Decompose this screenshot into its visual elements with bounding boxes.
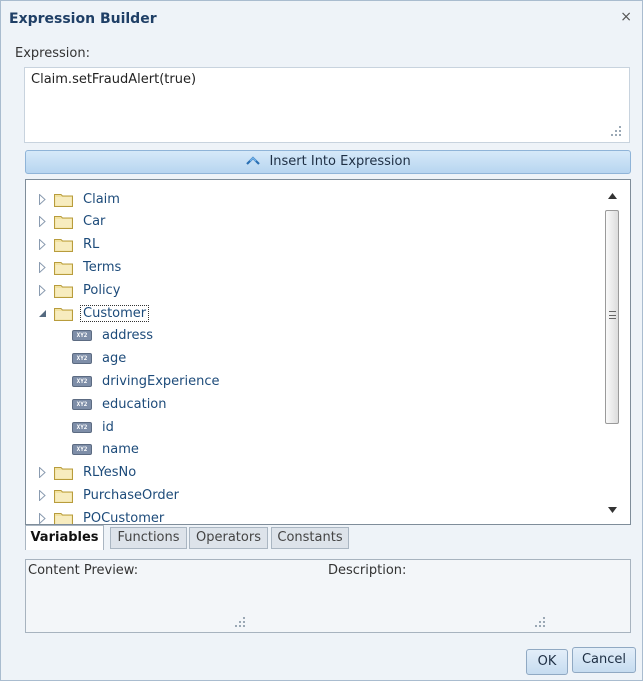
tree-folder-policy[interactable]: Policy <box>36 280 120 300</box>
variable-type-icon: XY2 <box>72 330 92 342</box>
title-bar[interactable]: Expression Builder × <box>1 1 642 37</box>
tree-variable-drivingexperience[interactable]: XY2 drivingExperience <box>72 371 220 391</box>
expression-label: Expression: <box>15 46 90 61</box>
expand-arrow-icon[interactable] <box>36 467 48 479</box>
expand-arrow-icon[interactable] <box>36 239 48 251</box>
folder-icon <box>54 467 73 481</box>
resize-grip-icon[interactable] <box>534 617 546 629</box>
collapse-arrow-icon[interactable] <box>36 307 48 319</box>
tab-constants[interactable]: Constants <box>271 527 349 549</box>
folder-icon <box>54 216 73 230</box>
tree-variable-age[interactable]: XY2 age <box>72 349 126 369</box>
tree-node-label: age <box>102 351 127 367</box>
folder-icon <box>54 512 73 524</box>
variable-type-icon: XY2 <box>72 375 92 387</box>
variables-tree: Claim Car RL Terms Policy Customer XY2 address X… <box>25 179 631 525</box>
resize-grip-icon[interactable] <box>610 126 622 138</box>
scroll-up-arrow-icon[interactable] <box>603 188 621 204</box>
tree-node-label: POCustomer <box>83 510 165 525</box>
tree-variable-address[interactable]: XY2 address <box>72 326 153 346</box>
tree-variable-education[interactable]: XY2 education <box>72 394 167 414</box>
tree-folder-customer[interactable]: Customer <box>36 303 150 323</box>
expression-textarea[interactable]: Claim.setFraudAlert(true) <box>24 67 630 143</box>
tree-node-label: address <box>102 328 154 344</box>
resize-grip-icon[interactable] <box>234 617 246 629</box>
description-label: Description: <box>328 563 407 578</box>
insert-button-label: Insert Into Expression <box>269 154 411 169</box>
tab-functions[interactable]: Functions <box>110 527 187 549</box>
content-preview-label: Content Preview: <box>28 563 139 578</box>
tree-vertical-scrollbar[interactable] <box>603 188 621 518</box>
tree-node-label: drivingExperience <box>102 373 220 389</box>
tree-folder-claim[interactable]: Claim <box>36 189 120 209</box>
expand-arrow-icon[interactable] <box>36 489 48 501</box>
scroll-down-arrow-icon[interactable] <box>603 502 621 518</box>
preview-panel: Content Preview: Description: <box>25 559 631 633</box>
tree-variable-id[interactable]: XY2 id <box>72 417 114 437</box>
tab-operators[interactable]: Operators <box>189 527 268 549</box>
expand-arrow-icon[interactable] <box>36 284 48 296</box>
tree-variable-name[interactable]: XY2 name <box>72 440 139 460</box>
cancel-button[interactable]: Cancel <box>572 647 636 673</box>
chevron-up-double-icon <box>246 156 261 165</box>
folder-icon <box>54 193 73 207</box>
dialog-title: Expression Builder <box>9 11 157 27</box>
tree-node-label: Claim <box>83 191 120 207</box>
variable-type-icon: XY2 <box>72 444 92 456</box>
variable-type-icon: XY2 <box>72 421 92 433</box>
variable-type-icon: XY2 <box>72 353 92 365</box>
tree-folder-terms[interactable]: Terms <box>36 257 121 277</box>
folder-icon <box>54 284 73 298</box>
folder-icon <box>54 489 73 503</box>
tab-variables[interactable]: Variables <box>25 525 104 550</box>
expand-arrow-icon[interactable] <box>36 216 48 228</box>
tree-folder-rl[interactable]: RL <box>36 235 99 255</box>
folder-icon <box>54 307 73 321</box>
expression-builder-dialog: Expression Builder × Expression: Claim.s… <box>0 0 643 681</box>
tree-folder-rlyesno[interactable]: RLYesNo <box>36 463 136 483</box>
ok-button[interactable]: OK <box>526 649 568 675</box>
tree-node-label: name <box>102 442 139 458</box>
folder-icon <box>54 261 73 275</box>
close-icon[interactable]: × <box>620 9 632 25</box>
variable-type-icon: XY2 <box>72 398 92 410</box>
tree-node-label: Car <box>83 214 106 230</box>
expand-arrow-icon[interactable] <box>36 261 48 273</box>
insert-into-expression-button[interactable]: Insert Into Expression <box>25 150 631 174</box>
tree-node-label: RLYesNo <box>83 465 137 481</box>
scrollbar-thumb[interactable] <box>605 210 619 424</box>
tree-node-label: id <box>102 419 114 435</box>
folder-icon <box>54 239 73 253</box>
tree-folder-car[interactable]: Car <box>36 212 105 232</box>
tree-node-label: Policy <box>83 282 121 298</box>
tree-node-label: education <box>102 396 167 412</box>
tree-folder-pocustomer[interactable]: POCustomer <box>36 508 165 525</box>
expand-arrow-icon[interactable] <box>36 512 48 524</box>
tree-node-label: PurchaseOrder <box>83 487 179 503</box>
builder-tabs: Variables Functions Operators Constants <box>25 525 631 552</box>
tree-folder-purchaseorder[interactable]: PurchaseOrder <box>36 485 179 505</box>
tree-node-label: RL <box>83 237 100 253</box>
tree-node-label: Terms <box>83 259 122 275</box>
tree-node-label: Customer <box>80 304 150 322</box>
expand-arrow-icon[interactable] <box>36 193 48 205</box>
